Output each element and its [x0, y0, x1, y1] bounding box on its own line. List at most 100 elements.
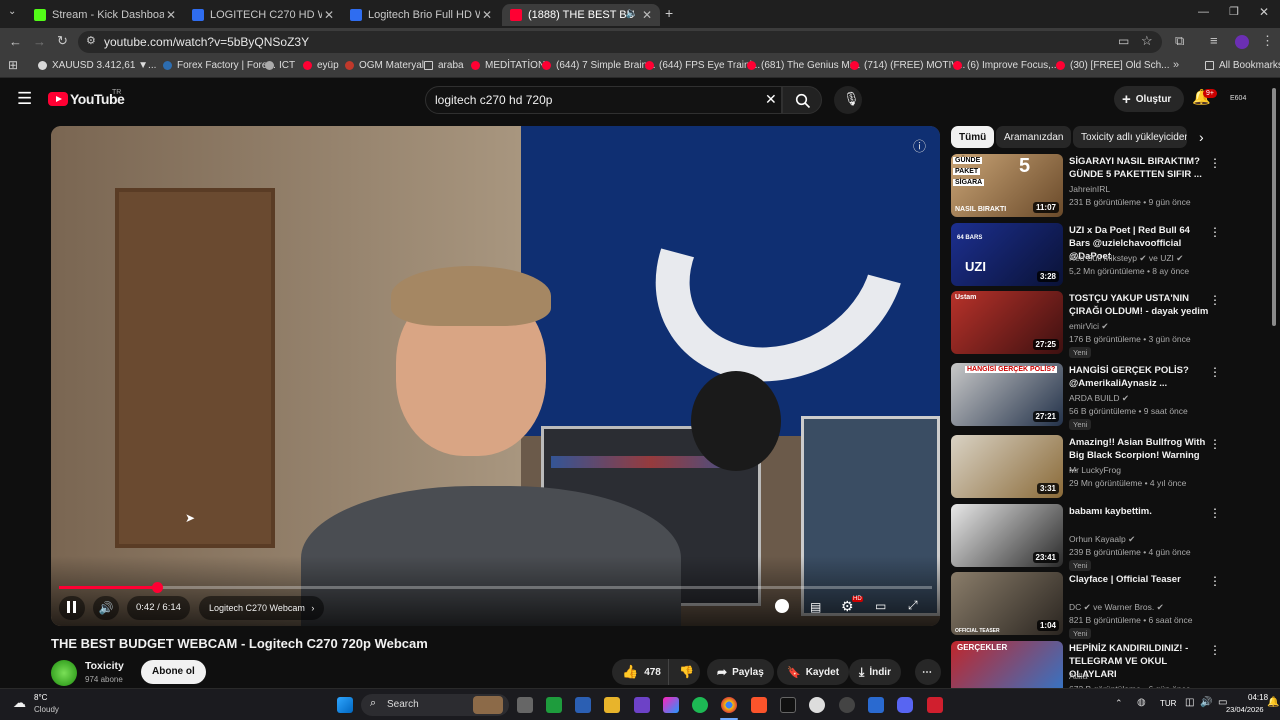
task-view-icon[interactable]: [517, 697, 533, 713]
more-actions-button[interactable]: ⋯: [915, 659, 941, 685]
close-icon[interactable]: ✕: [166, 8, 176, 22]
progress-scrubber[interactable]: [151, 582, 163, 593]
recommendation-item[interactable]: 5 GÜNDE PAKET SİGARA NASIL BIRAKTI 11:07 SİGAR…: [951, 154, 1261, 218]
chapter-button[interactable]: Logitech C270 Webcam ›: [199, 596, 325, 620]
browser-tab-youtube[interactable]: (1888) THE BEST BUDGET W 🔈 ✕: [502, 4, 660, 26]
recommendation-item[interactable]: 64 BARS UZI 3:28 UZI x Da Poet | Red Bull 6…: [951, 223, 1261, 287]
channel-avatar[interactable]: [51, 660, 77, 686]
clear-search-icon[interactable]: ✕: [765, 91, 777, 108]
bookmark-brain[interactable]: (644) 7 Simple Brain...: [542, 60, 656, 71]
more-options-icon[interactable]: ⋮: [1209, 574, 1221, 588]
url-bar[interactable]: ⚙ youtube.com/watch?v=5bByQNSoZ3Y ▭ ☆: [78, 31, 1162, 53]
fullscreen-icon[interactable]: ⤢: [908, 598, 918, 613]
video-thumbnail[interactable]: 64 BARS UZI 3:28: [951, 223, 1063, 286]
account-avatar[interactable]: E604: [1230, 95, 1246, 102]
onenote-icon[interactable]: [634, 697, 650, 713]
video-thumbnail[interactable]: 5 GÜNDE PAKET SİGARA NASIL BIRAKTI 11:07: [951, 154, 1063, 217]
minimize-icon[interactable]: —: [1198, 6, 1209, 18]
bookmark-motiv[interactable]: (714) (FREE) MOTIV...: [850, 60, 965, 71]
chip-from-uploader[interactable]: Toxicity adlı yükleyiciden: [1073, 126, 1187, 148]
video-title[interactable]: babamı kaybettim.: [1069, 505, 1209, 518]
extensions-icon[interactable]: ⧉: [1175, 33, 1184, 49]
video-thumbnail[interactable]: 3:31: [951, 435, 1063, 498]
window-close-icon[interactable]: ✕: [1259, 5, 1269, 19]
video-player[interactable]: ⓘ 🔊 0:42 / 6:14 Logitech C270 Webcam › ▤…: [51, 126, 940, 626]
recording-app-icon[interactable]: [927, 697, 943, 713]
copilot-icon[interactable]: [663, 697, 679, 713]
chip-from-search[interactable]: Aramanızdan: [996, 126, 1072, 148]
voice-search-button[interactable]: 🎙: [834, 86, 862, 114]
bookmark-focus[interactable]: (6) Improve Focus,...: [953, 60, 1059, 71]
video-thumbnail[interactable]: OFFICIAL TEASER 1:04: [951, 572, 1063, 635]
close-icon[interactable]: ✕: [482, 8, 492, 22]
dislike-button[interactable]: 👎: [668, 659, 700, 685]
download-button[interactable]: ⤓ İndir: [849, 659, 901, 685]
recommendation-item[interactable]: 3:31 Amazing!! Asian Bullfrog With Big Bl…: [951, 435, 1261, 499]
bookmark-fps[interactable]: (644) FPS Eye Traini...: [645, 60, 760, 71]
search-button[interactable]: [782, 86, 822, 114]
restore-icon[interactable]: ❐: [1229, 5, 1239, 18]
channel-name[interactable]: ARDA BUILD ✔: [1069, 393, 1129, 404]
chip-all[interactable]: Tümü: [951, 126, 995, 148]
xbox-icon[interactable]: [546, 697, 562, 713]
browser-tab-logitech-c270[interactable]: LOGITECH C270 HD WEBCAM ✕: [184, 4, 342, 26]
brave-icon[interactable]: [751, 697, 767, 713]
theater-mode-icon[interactable]: ▭: [875, 599, 886, 613]
video-title[interactable]: HANGİSİ GERÇEK POLİS? @AmerikaliAynasiz …: [1069, 364, 1209, 390]
video-thumbnail[interactable]: Ustam 27:25: [951, 291, 1063, 354]
bookmark-genius[interactable]: (681) The Genius Mi...: [747, 60, 860, 71]
channel-name[interactable]: Toxicity: [85, 660, 124, 672]
channel-name[interactable]: JahreinIRL: [1069, 184, 1110, 194]
store-icon[interactable]: [575, 697, 591, 713]
more-options-icon[interactable]: ⋮: [1209, 293, 1221, 307]
apps-grid-icon[interactable]: ⊞: [8, 58, 18, 72]
notifications-icon[interactable]: 🔔: [1267, 697, 1279, 708]
youtube-logo-icon[interactable]: [48, 92, 68, 106]
search-input[interactable]: logitech c270 hd 720p ✕: [425, 86, 782, 114]
menu-kebab-icon[interactable]: ⋮: [1261, 33, 1274, 49]
more-options-icon[interactable]: ⋮: [1209, 506, 1221, 520]
new-tab-icon[interactable]: +: [665, 5, 673, 21]
hamburger-menu-icon[interactable]: ☰: [17, 89, 32, 109]
bookmark-ict[interactable]: ICT: [265, 60, 295, 71]
media-controls-icon[interactable]: ≡: [1210, 33, 1218, 48]
reload-icon[interactable]: ↻: [57, 33, 68, 49]
more-options-icon[interactable]: ⋮: [1209, 437, 1221, 451]
profile-avatar[interactable]: [1235, 35, 1249, 49]
app-icon[interactable]: [868, 697, 884, 713]
obs-icon[interactable]: [839, 697, 855, 713]
discord-icon[interactable]: [897, 697, 913, 713]
video-title[interactable]: SİGARAYI NASIL BIRAKTIM? GÜNDE 5 PAKETTE…: [1069, 155, 1209, 181]
more-options-icon[interactable]: ⋮: [1209, 643, 1221, 657]
input-language[interactable]: TUR: [1160, 699, 1176, 708]
tradingview-icon[interactable]: [780, 697, 796, 713]
browser-tab-logitech-brio[interactable]: Logitech Brio Full HD Web Kam ✕: [342, 4, 500, 26]
create-button[interactable]: + Oluştur: [1114, 86, 1184, 112]
site-info-icon[interactable]: ⚙: [86, 34, 96, 47]
pause-button[interactable]: [59, 596, 85, 620]
progress-bar[interactable]: [59, 582, 932, 593]
tab-search-icon[interactable]: ⌄: [8, 6, 16, 17]
subscribe-button[interactable]: Abone ol: [141, 660, 206, 684]
speaker-icon[interactable]: 🔈: [626, 8, 638, 19]
more-options-icon[interactable]: ⋮: [1209, 156, 1221, 170]
volume-button[interactable]: 🔊: [93, 596, 119, 620]
browser-tab-kick[interactable]: Stream - Kick Dashboard ✕: [26, 4, 184, 26]
close-icon[interactable]: ✕: [324, 8, 334, 22]
save-button[interactable]: 🔖 Kaydet: [777, 659, 850, 685]
bookmark-star-icon[interactable]: ☆: [1141, 33, 1153, 49]
network-icon[interactable]: ◫: [1185, 697, 1194, 708]
forward-icon[interactable]: →: [33, 34, 46, 49]
spotify-icon[interactable]: [692, 697, 708, 713]
video-title[interactable]: HEPİNİZ KANDIRILDINIZ! - TELEGRAM VE OKU…: [1069, 642, 1209, 681]
recommendation-item[interactable]: 23:41 babamı kaybettim. Orhun Kayaalp ✔ 239…: [951, 504, 1261, 571]
weather-cloud-icon[interactable]: ☁: [13, 695, 26, 711]
channel-name[interactable]: Atilla: [1069, 671, 1087, 681]
recommendation-item[interactable]: Ustam 27:25 TOSTÇU YAKUP USTA'NIN ÇIRAĞI O…: [951, 291, 1261, 358]
bookmark-ogm[interactable]: OGM Materyal: [345, 60, 424, 71]
all-bookmarks[interactable]: All Bookmarks: [1205, 60, 1280, 71]
channel-name[interactable]: Red Bull Miksteyp ✔ ve UZI ✔: [1069, 253, 1183, 264]
tray-app-icon[interactable]: ◍: [1137, 697, 1146, 708]
back-icon[interactable]: ←: [9, 34, 22, 49]
windows-start-icon[interactable]: [337, 697, 353, 713]
